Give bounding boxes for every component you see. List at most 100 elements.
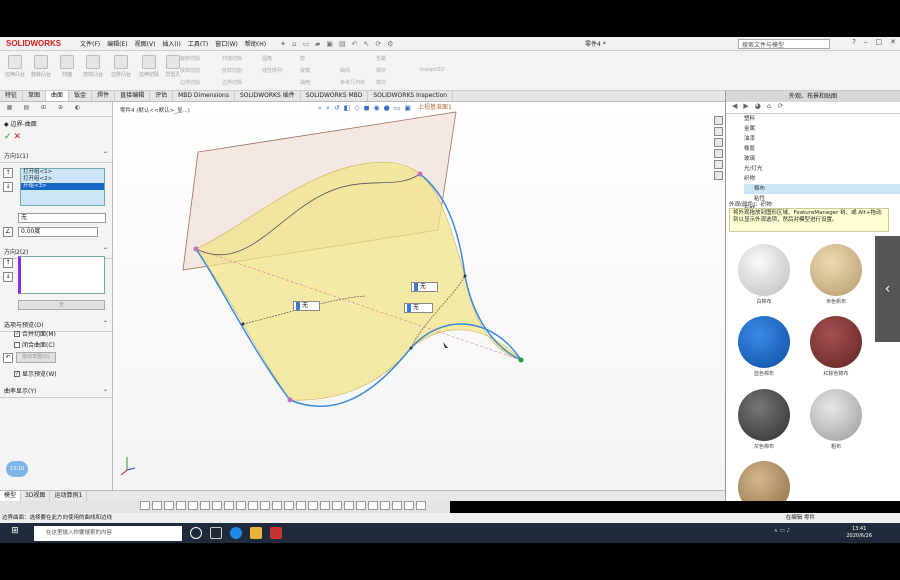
options-icon[interactable]: ⚙ (387, 40, 393, 48)
tab-sketch[interactable]: 草图 (23, 91, 47, 101)
direction2-list[interactable] (18, 256, 105, 294)
custom-properties-icon[interactable] (714, 171, 723, 180)
task-view-icon[interactable] (210, 527, 222, 539)
direction2-type-button[interactable]: 无 (18, 300, 105, 310)
search-input[interactable]: 搜索文件与模型 (738, 39, 830, 49)
design-library-icon[interactable] (714, 127, 723, 136)
boundary-cut-button[interactable]: 边界切除 (180, 79, 200, 86)
model-graphics[interactable]: 上视基准面1 (113, 102, 725, 490)
lofted-cut-button[interactable]: 放样切割 (180, 67, 200, 74)
draft-button[interactable]: 拔模 (300, 67, 310, 74)
home-icon[interactable]: ⌂ (767, 102, 771, 113)
tab-features[interactable]: 特征 (0, 91, 24, 101)
sweep-cut-button[interactable]: 扫描切除 (222, 55, 242, 62)
sweep-button[interactable]: 扫描 (54, 55, 80, 78)
tab-model[interactable]: 模型 (0, 491, 22, 501)
file-explorer-icon[interactable] (714, 138, 723, 147)
undo-icon[interactable]: ↶ (352, 40, 358, 48)
list-item[interactable]: 开组<3> (21, 183, 104, 190)
revolved-boss-button[interactable]: 旋转凸台 (28, 55, 54, 78)
resources-icon[interactable] (714, 116, 723, 125)
graphics-area[interactable]: 零件4 (默认<<默认>_显...) ⌕ ⌕ ↺ ◧ ◇ ◼ ◉ ● ▭ ▣ 上… (113, 102, 725, 490)
move-up-icon[interactable]: ↑ (3, 258, 13, 268)
cortana-icon[interactable] (190, 527, 202, 539)
curves-button[interactable]: 曲线 (340, 67, 350, 74)
tree-item-metal[interactable]: 金属 (744, 124, 900, 134)
menu-tools[interactable]: 工具(T) (188, 39, 208, 48)
loft-cut-small-button[interactable]: 放样切割 (222, 67, 242, 74)
move-up-icon[interactable]: ↑ (3, 168, 13, 178)
rectangle-icon[interactable] (152, 501, 162, 510)
intersect-button[interactable]: 相交 (376, 67, 386, 74)
boundary-cut-small-button[interactable]: 边界切除 (222, 79, 242, 86)
menu-view[interactable]: 视图(V) (135, 39, 156, 48)
close-icon[interactable]: ✕ (890, 38, 896, 46)
cancel-icon[interactable]: ✕ (13, 132, 21, 142)
tangent-callout[interactable]: 无 (411, 282, 438, 292)
curvature-display-header[interactable]: 曲率显示(Y) ⌄ (0, 384, 112, 398)
rebuild-icon[interactable]: ⟳ (375, 40, 381, 48)
fillet-icon[interactable] (284, 501, 294, 510)
swatch-white-cotton[interactable]: 白棉布 (734, 244, 794, 305)
display-icon[interactable]: ◐ (70, 104, 85, 114)
tab-addins[interactable]: SOLIDWORKS 插件 (235, 91, 301, 101)
minimize-icon[interactable]: – (864, 38, 868, 46)
tree-item-cotton[interactable]: 棉布 (744, 184, 900, 194)
tree-item-paint[interactable]: 油漆 (744, 134, 900, 144)
tab-weldments[interactable]: 焊件 (92, 91, 116, 101)
ok-icon[interactable]: ✓ (4, 132, 12, 142)
extruded-cut-button[interactable]: 拉伸切除 (136, 55, 162, 78)
tab-surfaces[interactable]: 曲面 (46, 91, 70, 101)
swatch-gray-cotton[interactable]: 灰色棉布 (734, 389, 794, 450)
tangent-callout[interactable]: 无 (293, 301, 320, 311)
swatch-burlap[interactable]: 麻布 (734, 461, 794, 501)
property-icon[interactable]: ▤ (19, 104, 34, 114)
swatch-blue-cotton[interactable]: 蓝色棉布 (734, 316, 794, 377)
swatch-canvas[interactable]: 米色帆布 (806, 244, 866, 305)
menu-file[interactable]: 文件(F) (80, 39, 100, 48)
dimension-icon[interactable] (260, 501, 270, 510)
move-icon[interactable] (380, 501, 390, 510)
instant3d-button[interactable]: Instant3D (420, 67, 444, 73)
direction1-list[interactable]: 打开组<1> 打开组<2> 开组<3> (20, 168, 105, 206)
menu-window[interactable]: 窗口(W) (215, 39, 238, 48)
swatch-coarse[interactable]: 粗布 (806, 389, 866, 450)
rotate-icon[interactable] (392, 501, 402, 510)
construction-icon[interactable] (320, 501, 330, 510)
convert-icon[interactable] (356, 501, 366, 510)
drag-sketch-button[interactable]: 拖动草图(D) (16, 352, 56, 363)
list-item[interactable]: 打开组<1> (21, 169, 104, 176)
tangent-type-select[interactable]: 无 (18, 213, 106, 223)
scale-icon[interactable] (404, 501, 414, 510)
tree-item-glass[interactable]: 玻璃 (744, 154, 900, 164)
back-icon[interactable]: ◀ (732, 102, 737, 113)
color-icon[interactable]: ◕ (755, 102, 761, 113)
clock[interactable]: 13:41 2020/6/26 (846, 526, 872, 540)
move-down-icon[interactable]: ↓ (3, 182, 13, 192)
tree-item-plastic[interactable]: 塑料 (744, 114, 900, 124)
new-icon[interactable]: ▭ (302, 40, 309, 48)
shell-button[interactable]: 抽壳 (300, 79, 310, 86)
revolved-cut-button[interactable]: 旋转切除 (180, 55, 200, 62)
list-item[interactable]: 打开组<2> (21, 176, 104, 183)
tab-mbd-dimensions[interactable]: MBD Dimensions (173, 91, 235, 101)
point-icon[interactable] (200, 501, 210, 510)
mirror-icon[interactable] (224, 501, 234, 510)
edge-browser-icon[interactable] (230, 527, 242, 539)
tab-motion-study[interactable]: 运动算例1 (50, 491, 88, 501)
snap-icon[interactable] (344, 501, 354, 510)
spline-icon[interactable] (188, 501, 198, 510)
pattern-icon[interactable] (248, 501, 258, 510)
save-icon[interactable]: ▣ (326, 40, 333, 48)
tree-item-fabric[interactable]: 织物 (744, 174, 900, 184)
swatch-red-cotton[interactable]: 红棕色棉布 (806, 316, 866, 377)
home-icon[interactable]: ⌂ (292, 40, 296, 48)
feature-tree-icon[interactable]: ▦ (2, 104, 17, 114)
menu-help[interactable]: 帮助(H) (245, 39, 266, 48)
move-down-icon[interactable]: ↓ (3, 272, 13, 282)
tab-3d-views[interactable]: 3D视图 (21, 491, 51, 501)
tab-direct-editing[interactable]: 直接编辑 (115, 91, 151, 101)
appearances-icon[interactable] (714, 160, 723, 169)
copy-icon[interactable] (416, 501, 426, 510)
taskbar-search[interactable]: 在这里输入你要搜索的内容 (34, 525, 182, 541)
